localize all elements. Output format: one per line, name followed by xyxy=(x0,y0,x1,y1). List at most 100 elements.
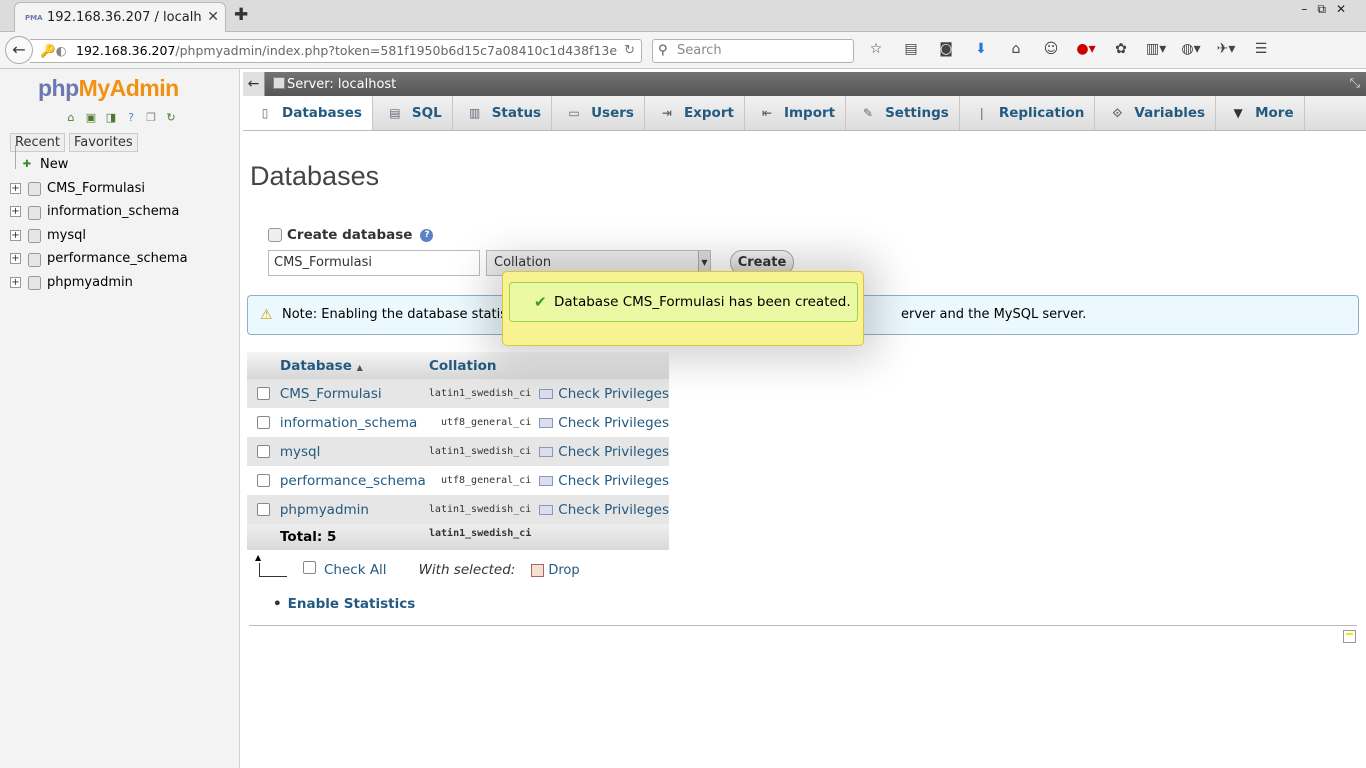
bookmark-star-icon[interactable]: ☆ xyxy=(866,41,886,57)
collation-cell: latin1_swedish_ci xyxy=(428,504,532,515)
reload-nav-icon[interactable]: ↻ xyxy=(163,111,179,125)
row-checkbox[interactable] xyxy=(257,474,270,487)
docs-icon[interactable]: ? xyxy=(123,111,139,125)
tree-item-database[interactable]: + phpmyadmin xyxy=(8,271,238,295)
clipboard-icon[interactable]: ▥▾ xyxy=(1146,41,1166,57)
check-privileges-link[interactable]: Check Privileges xyxy=(535,415,669,431)
database-link[interactable]: phpmyadmin xyxy=(280,502,427,518)
tab-sql[interactable]: ▤ SQL xyxy=(373,96,453,130)
row-checkbox[interactable] xyxy=(257,416,270,429)
tree-item-database[interactable]: + performance_schema xyxy=(8,247,238,271)
check-all-label[interactable]: Check All xyxy=(324,562,387,578)
tree-item-label[interactable]: performance_schema xyxy=(47,251,188,266)
database-name-input[interactable]: CMS_Formulasi xyxy=(268,250,480,276)
collation-header[interactable]: Collation xyxy=(429,358,535,374)
favorites-button[interactable]: Favorites xyxy=(68,133,138,152)
collation-cell: latin1_swedish_ci xyxy=(428,446,532,457)
server-label[interactable]: Server: localhost xyxy=(287,77,396,92)
tree-item-database[interactable]: + information_schema xyxy=(8,200,238,224)
users-icon: ▭ xyxy=(568,106,580,120)
tree-item-label[interactable]: mysql xyxy=(47,228,86,243)
home-icon[interactable]: ⌂ xyxy=(1006,41,1026,57)
drop-button[interactable]: Drop xyxy=(548,563,579,578)
logout-icon[interactable]: ▣ xyxy=(83,111,99,125)
new-tab-icon[interactable]: ✚ xyxy=(234,5,248,25)
menu-icon[interactable]: ☰ xyxy=(1251,41,1271,57)
check-all-checkbox[interactable] xyxy=(303,560,316,574)
tab-variables[interactable]: ⟐ Variables xyxy=(1095,96,1217,130)
drop-icon[interactable] xyxy=(531,563,545,577)
database-link[interactable]: mysql xyxy=(280,444,427,460)
database-link[interactable]: performance_schema xyxy=(280,473,427,489)
database-icon: ▯ xyxy=(261,106,269,120)
browser-nav-bar: 🔑◐ 192.168.36.207/phpmyadmin/index.php?to… xyxy=(0,32,1366,69)
adblock-icon[interactable]: ●▾ xyxy=(1076,41,1096,57)
page-title: Databases xyxy=(250,161,380,191)
addon-icon[interactable]: ✿ xyxy=(1111,41,1131,57)
expand-icon[interactable]: + xyxy=(10,276,21,288)
tab-status[interactable]: ▥ Status xyxy=(453,96,553,130)
privileges-icon xyxy=(539,504,554,515)
database-icon xyxy=(27,276,41,291)
console-icon[interactable] xyxy=(1343,630,1356,643)
chevron-down-icon: ▼ xyxy=(1233,106,1243,120)
pma-logo[interactable]: phpMyAdmin xyxy=(38,75,179,102)
url-bar[interactable]: 🔑◐ 192.168.36.207/phpmyadmin/index.php?to… xyxy=(30,39,642,63)
tree-item-label[interactable]: information_schema xyxy=(47,204,179,219)
extension-icon[interactable]: ✈▾ xyxy=(1216,41,1236,57)
site-identity-icon[interactable]: 🔑◐ xyxy=(40,40,76,62)
tree-item-database[interactable]: + CMS_Formulasi xyxy=(8,177,238,201)
expand-icon[interactable]: + xyxy=(10,182,21,194)
collapse-nav-icon[interactable]: ← xyxy=(243,72,265,96)
new-database-icon: ✚ xyxy=(22,158,32,170)
tree-item-label[interactable]: CMS_Formulasi xyxy=(47,181,145,196)
reading-list-icon[interactable]: ▤ xyxy=(901,41,921,57)
download-icon[interactable]: ⬇ xyxy=(971,41,991,57)
tab-more[interactable]: ▼ More xyxy=(1216,96,1305,130)
tree-item-database[interactable]: + mysql xyxy=(8,224,238,248)
translate-icon[interactable]: ◍▾ xyxy=(1181,41,1201,57)
tree-item-new[interactable]: ✚ New xyxy=(8,145,238,177)
tab-import[interactable]: ⇤ Import xyxy=(745,96,847,130)
check-privileges-link[interactable]: Check Privileges xyxy=(535,386,669,402)
collation-cell: utf8_general_ci xyxy=(440,417,532,428)
row-checkbox[interactable] xyxy=(257,503,270,516)
row-checkbox[interactable] xyxy=(257,387,270,400)
help-icon[interactable]: ? xyxy=(420,228,434,242)
row-checkbox[interactable] xyxy=(257,445,270,458)
browser-tab[interactable]: PMA 192.168.36.207 / localh... ✕ xyxy=(14,2,226,32)
tab-replication[interactable]: ❘ Replication xyxy=(960,96,1096,130)
back-button[interactable]: ← xyxy=(5,36,33,64)
maximize-icon[interactable]: ⤡ xyxy=(1350,72,1360,96)
success-toast[interactable]: ✔ Database CMS_Formulasi has been create… xyxy=(502,271,864,346)
search-input[interactable]: ⚲ Search xyxy=(652,39,854,63)
close-tab-icon[interactable]: ✕ xyxy=(207,9,219,25)
expand-icon[interactable]: + xyxy=(10,253,21,265)
check-privileges-link[interactable]: Check Privileges xyxy=(535,473,669,489)
tab-export[interactable]: ⇥ Export xyxy=(645,96,745,130)
database-link[interactable]: information_schema xyxy=(280,415,427,431)
table-row: performance_schema utf8_general_ci Check… xyxy=(247,466,669,495)
check-privileges-link[interactable]: Check Privileges xyxy=(535,444,669,460)
expand-icon[interactable]: + xyxy=(10,229,21,241)
tree-item-label[interactable]: phpmyadmin xyxy=(47,275,133,290)
tab-settings[interactable]: ✎ Settings xyxy=(846,96,960,130)
reload-icon[interactable]: ↻ xyxy=(624,40,635,62)
sort-database-header[interactable]: Database ▲ xyxy=(280,358,429,374)
home-icon[interactable]: ⌂ xyxy=(63,111,79,125)
enable-statistics-link[interactable]: Enable Statistics xyxy=(273,596,416,612)
database-link[interactable]: CMS_Formulasi xyxy=(280,386,427,402)
chat-icon[interactable]: ☺ xyxy=(1041,41,1061,57)
tab-databases[interactable]: ▯ Databases xyxy=(243,96,373,130)
check-privileges-link[interactable]: Check Privileges xyxy=(535,502,669,518)
with-selected-label: With selected: xyxy=(418,562,516,578)
pocket-icon[interactable]: ◙ xyxy=(936,41,956,57)
tab-users[interactable]: ▭ Users xyxy=(552,96,645,130)
window-controls[interactable]: –⧉✕ xyxy=(1301,2,1356,17)
browser-tab-strip: PMA 192.168.36.207 / localh... ✕ ✚ –⧉✕ xyxy=(0,0,1366,32)
expand-icon[interactable]: + xyxy=(10,206,21,218)
recent-button[interactable]: Recent xyxy=(10,133,65,152)
warning-icon: ⚠ xyxy=(260,307,273,323)
copy-icon[interactable]: ❐ xyxy=(143,111,159,125)
query-window-icon[interactable]: ◨ xyxy=(103,111,119,125)
